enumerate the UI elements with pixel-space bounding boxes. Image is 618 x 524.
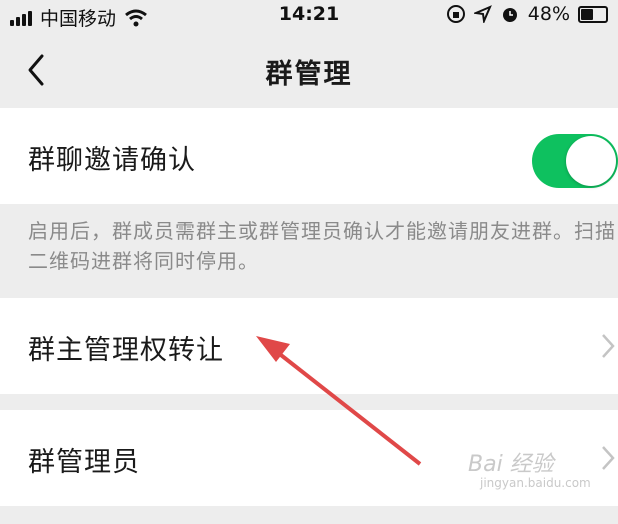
watermark-logo: Bai 经验 bbox=[468, 452, 554, 477]
watermark-url: jingyan.baidu.com bbox=[480, 476, 591, 490]
